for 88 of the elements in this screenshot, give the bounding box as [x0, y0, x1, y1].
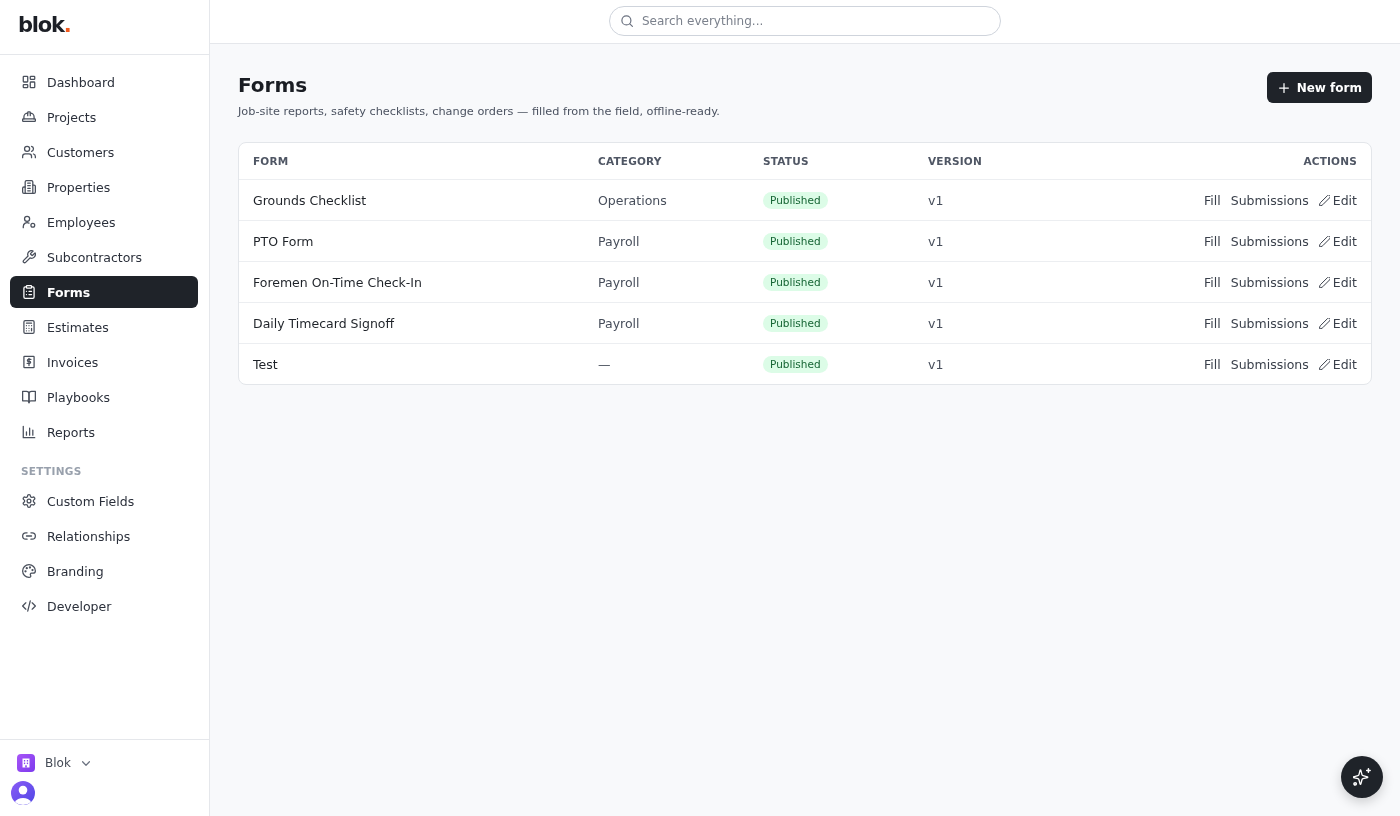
edit-link[interactable]: Edit	[1318, 192, 1357, 208]
action-link[interactable]: Submissions	[1230, 356, 1309, 372]
nav-item[interactable]: Invoices	[10, 346, 198, 378]
column-header: ACTIONS	[1303, 155, 1357, 167]
form-name[interactable]: Grounds Checklist	[253, 192, 367, 208]
table-cell: Operations	[598, 192, 667, 208]
building-icon	[22, 180, 36, 194]
pencil-icon	[1318, 317, 1330, 329]
chevron-down-icon	[81, 760, 90, 766]
column-header: VERSION	[928, 155, 982, 167]
table-cell: Payroll	[598, 274, 640, 290]
action-link[interactable]: Fill	[1204, 192, 1221, 208]
nav-item[interactable]: Playbooks	[10, 381, 198, 413]
nav-item[interactable]: Custom Fields	[10, 485, 198, 517]
nav-item[interactable]: Employees	[10, 206, 198, 238]
form-name[interactable]: Foremen On-Time Check-In	[253, 274, 422, 290]
nav-item[interactable]: Subcontractors	[10, 241, 198, 273]
edit-link[interactable]: Edit	[1318, 315, 1357, 331]
nav-item[interactable]: Customers	[10, 136, 198, 168]
nav-item[interactable]: Relationships	[10, 520, 198, 552]
action-link[interactable]: Submissions	[1230, 274, 1309, 290]
table-cell: Payroll	[598, 315, 640, 331]
action-link[interactable]: Submissions	[1230, 192, 1309, 208]
action-link[interactable]: Submissions	[1230, 315, 1309, 331]
building-tile-icon	[17, 754, 35, 772]
palette-icon	[22, 564, 36, 578]
column-header: CATEGORY	[598, 155, 662, 167]
table-cell: —	[598, 356, 611, 372]
search-icon	[621, 14, 633, 27]
table-cell: Payroll	[598, 233, 640, 249]
pencil-icon	[1318, 358, 1330, 370]
status-badge: Published	[763, 191, 828, 209]
form-name[interactable]: Test	[253, 356, 278, 372]
nav-item[interactable]: Properties	[10, 171, 198, 203]
nav-item[interactable]: Reports	[10, 416, 198, 448]
gear-icon	[22, 494, 36, 508]
action-link[interactable]: Submissions	[1230, 233, 1309, 249]
edit-link[interactable]: Edit	[1318, 356, 1357, 372]
bar-chart-icon	[22, 425, 36, 439]
nav-item[interactable]: Projects	[10, 101, 198, 133]
link-icon	[22, 529, 36, 543]
users-icon	[22, 145, 36, 159]
table-cell: v1	[928, 233, 944, 249]
nav-item[interactable]: Branding	[10, 555, 198, 587]
status-badge: Published	[763, 355, 828, 373]
user-gear-icon	[22, 215, 36, 229]
nav-item[interactable]: Estimates	[10, 311, 198, 343]
page-subtitle: Job-site reports, safety checklists, change orders — filled from the field, offline-ready.	[238, 104, 720, 120]
action-link[interactable]: Fill	[1204, 274, 1221, 290]
status-badge: Published	[763, 232, 828, 250]
action-link[interactable]: Fill	[1204, 315, 1221, 331]
edit-link[interactable]: Edit	[1318, 233, 1357, 249]
avatar-icon[interactable]	[11, 781, 35, 805]
code-icon	[22, 599, 36, 613]
status-badge: Published	[763, 314, 828, 332]
nav-item[interactable]: Forms	[10, 276, 198, 308]
book-icon	[22, 390, 36, 404]
grid-icon	[22, 75, 36, 89]
edit-link[interactable]: Edit	[1318, 274, 1357, 290]
clipboard-icon	[22, 285, 36, 299]
table-cell: v1	[928, 274, 944, 290]
table-cell: v1	[928, 356, 944, 372]
pencil-icon	[1318, 276, 1330, 288]
hard-hat-icon	[22, 110, 36, 124]
column-header: FORM	[253, 155, 289, 167]
action-link[interactable]: Fill	[1204, 233, 1221, 249]
logo[interactable]: blok.	[18, 13, 71, 41]
status-badge: Published	[763, 273, 828, 291]
dollar-receipt-icon	[22, 355, 36, 369]
nav-item[interactable]: Developer	[10, 590, 198, 622]
pencil-icon	[1318, 235, 1330, 247]
table-cell: v1	[928, 192, 944, 208]
page-title: Forms	[238, 72, 309, 98]
section-heading: SETTINGS	[21, 464, 82, 478]
new-form-button[interactable]: New form	[1266, 72, 1372, 103]
form-name[interactable]: Daily Timecard Signoff	[253, 315, 395, 331]
workspace-switcher[interactable]: Blok	[11, 753, 90, 773]
plus-icon	[1278, 82, 1289, 93]
search-field[interactable]: Search everything...	[609, 5, 1001, 36]
calculator-icon	[22, 320, 36, 334]
form-name[interactable]: PTO Form	[253, 233, 314, 249]
nav-item[interactable]: Dashboard	[10, 66, 198, 98]
column-header: STATUS	[763, 155, 809, 167]
table-cell: v1	[928, 315, 944, 331]
wrench-icon	[22, 250, 36, 264]
pencil-icon	[1318, 194, 1330, 206]
action-link[interactable]: Fill	[1204, 356, 1221, 372]
sparkle-icon	[1353, 768, 1371, 786]
